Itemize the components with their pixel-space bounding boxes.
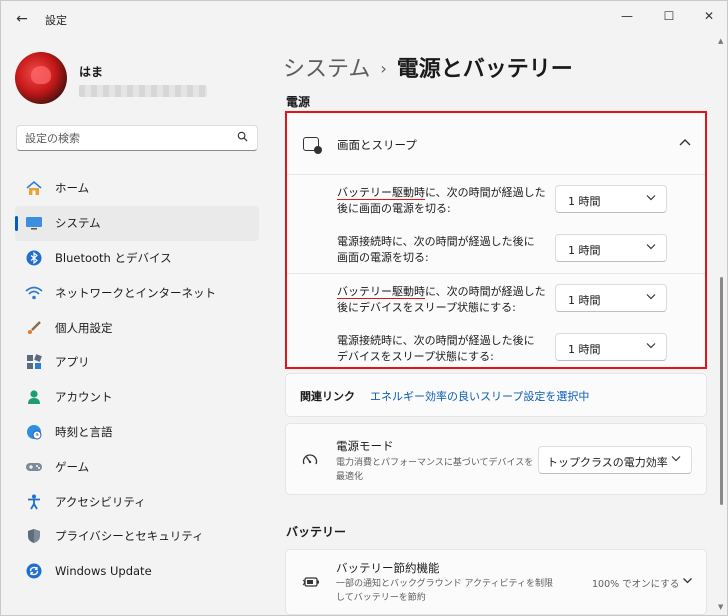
- accessibility-icon: [25, 493, 43, 511]
- sidebar-item-gaming[interactable]: ゲーム: [15, 449, 259, 484]
- battery-saver-status: 100% でオンにする: [592, 579, 680, 590]
- sidebar-item-apps[interactable]: アプリ: [15, 345, 259, 380]
- sidebar-item-time-language[interactable]: 時刻と言語: [15, 415, 259, 450]
- sidebar-item-label: プライバシーとセキュリティ: [55, 529, 204, 544]
- battery-saver-icon: [302, 576, 320, 592]
- sidebar-item-label: システム: [55, 216, 101, 231]
- back-button[interactable]: ←: [13, 10, 31, 28]
- scroll-thumb[interactable]: [720, 277, 723, 505]
- battery-saver-description: 一部の通知とバックグラウンド アクティビティを制限してバッテリーを節約: [336, 579, 553, 603]
- close-button[interactable]: ✕: [695, 5, 723, 27]
- section-title-power: 電源: [286, 95, 311, 109]
- settings-window: ← 設定 — ☐ ✕ はま •••••••••••••••• ホーム システム: [0, 0, 728, 616]
- sidebar-item-label: ネットワークとインターネット: [55, 285, 216, 300]
- related-links-label: 関連リンク: [300, 390, 355, 403]
- chevron-down-icon[interactable]: [682, 574, 693, 587]
- sidebar-item-label: Windows Update: [55, 564, 152, 579]
- minimize-button[interactable]: —: [613, 5, 641, 27]
- red-highlight-annotation: [285, 111, 707, 369]
- sidebar-item-accessibility[interactable]: アクセシビリティ: [15, 484, 259, 519]
- app-title: 設定: [45, 14, 67, 27]
- shield-icon: [25, 527, 43, 545]
- related-links-card: 関連リンク エネルギー効率の良いスリープ設定を選択中: [285, 373, 707, 417]
- sidebar-nav: ホーム システム Bluetooth とデバイス ネットワークとインターネット …: [15, 171, 259, 589]
- power-mode-card: 電源モード 電力消費とパフォーマンスに基づいてデバイスを最適化 トップクラスの電…: [285, 423, 707, 495]
- sidebar-item-label: Bluetooth とデバイス: [55, 250, 172, 265]
- search-box[interactable]: [16, 125, 258, 151]
- page-title: 電源とバッテリー: [396, 57, 573, 82]
- sidebar-item-bluetooth[interactable]: Bluetooth とデバイス: [15, 241, 259, 276]
- power-mode-title: 電源モード: [336, 439, 394, 453]
- scroll-up-arrow[interactable]: ▲: [718, 37, 723, 45]
- sidebar-item-home[interactable]: ホーム: [15, 171, 259, 206]
- sidebar-item-label: アカウント: [55, 390, 113, 405]
- update-icon: [25, 562, 43, 580]
- gamepad-icon: [25, 458, 43, 476]
- power-mode-description: 電力消費とパフォーマンスに基づいてデバイスを最適化: [336, 458, 534, 482]
- sidebar-item-label: アプリ: [55, 355, 90, 370]
- breadcrumb: システム › 電源とバッテリー: [283, 51, 573, 83]
- sidebar-item-personalization[interactable]: 個人用設定: [15, 310, 259, 345]
- dropdown-value: トップクラスの電力効率: [547, 456, 668, 469]
- sidebar-item-accounts[interactable]: アカウント: [15, 380, 259, 415]
- energy-sleep-link[interactable]: エネルギー効率の良いスリープ設定を選択中: [370, 388, 589, 404]
- bluetooth-icon: [25, 249, 43, 267]
- scroll-down-arrow[interactable]: ▼: [718, 603, 723, 611]
- power-mode-dropdown[interactable]: トップクラスの電力効率: [538, 446, 692, 474]
- breadcrumb-separator: ›: [380, 59, 387, 78]
- profile-name: はま: [79, 65, 104, 79]
- battery-saver-title: バッテリー節約機能: [336, 561, 440, 575]
- profile-email-blurred: ••••••••••••••••: [79, 85, 207, 97]
- battery-saver-card[interactable]: バッテリー節約機能 一部の通知とバックグラウンド アクティビティを制限してバッテ…: [285, 549, 707, 615]
- sidebar-item-privacy[interactable]: プライバシーとセキュリティ: [15, 519, 259, 554]
- sidebar-item-label: ゲーム: [55, 459, 90, 474]
- breadcrumb-parent[interactable]: システム: [283, 57, 370, 82]
- home-icon: [25, 179, 43, 197]
- brush-icon: [25, 319, 43, 337]
- wifi-icon: [25, 284, 43, 302]
- avatar[interactable]: [15, 52, 67, 104]
- scrollbar[interactable]: ▲ ▼: [718, 37, 726, 615]
- globe-clock-icon: [25, 423, 43, 441]
- sidebar-item-label: アクセシビリティ: [55, 494, 146, 509]
- search-input[interactable]: [25, 130, 225, 146]
- apps-icon: [25, 353, 43, 371]
- section-title-battery: バッテリー: [286, 525, 347, 539]
- person-icon: [25, 388, 43, 406]
- sidebar-item-windows-update[interactable]: Windows Update: [15, 554, 259, 589]
- sidebar-item-label: 時刻と言語: [55, 424, 113, 439]
- sidebar-item-network[interactable]: ネットワークとインターネット: [15, 275, 259, 310]
- chevron-down-icon: [671, 454, 681, 465]
- sidebar-item-label: 個人用設定: [55, 320, 113, 335]
- sidebar-item-label: ホーム: [55, 181, 90, 196]
- monitor-icon: [25, 214, 43, 232]
- search-icon[interactable]: [237, 131, 248, 145]
- sidebar-item-system[interactable]: システム: [15, 205, 259, 241]
- gauge-icon: [302, 452, 318, 470]
- maximize-button[interactable]: ☐: [655, 5, 683, 27]
- title-bar: ← 設定 — ☐ ✕: [1, 1, 727, 37]
